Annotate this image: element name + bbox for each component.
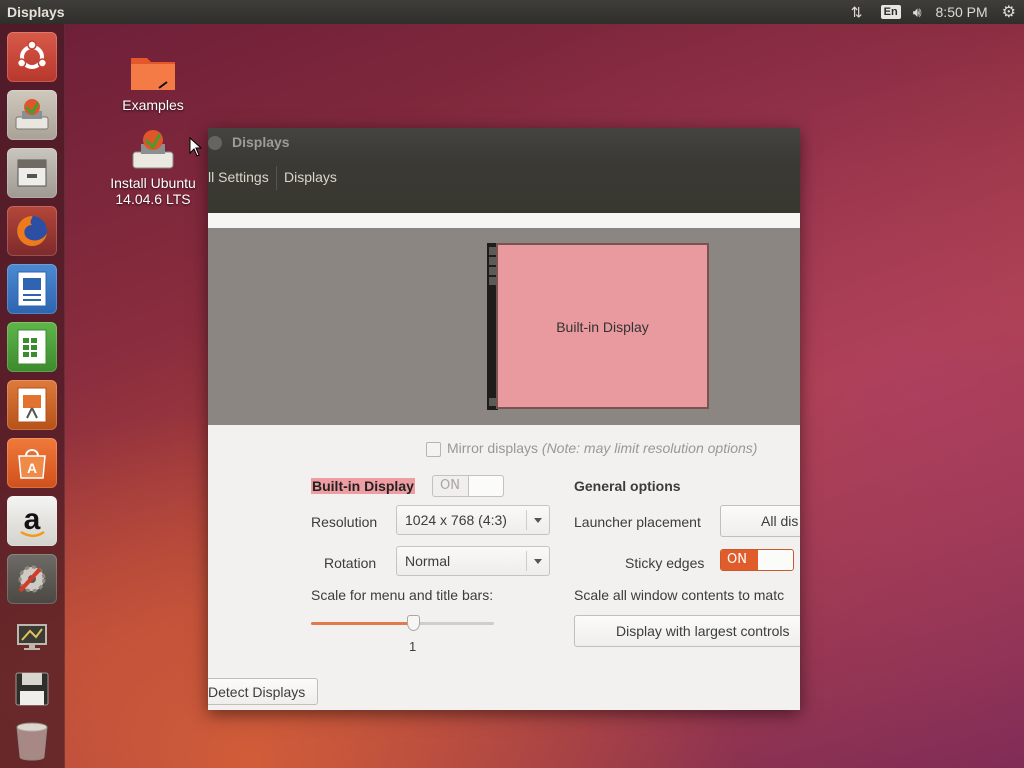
desktop-icon-label: Install Ubuntu [110, 175, 196, 191]
scale-slider-fill [311, 622, 414, 625]
resolution-dropdown[interactable]: 1024 x 768 (4:3) [396, 505, 550, 535]
mirror-displays-label: Mirror displays (Note: may limit resolut… [447, 440, 757, 456]
files-launcher[interactable] [7, 148, 57, 198]
floppy-icon [15, 672, 49, 706]
displays-window: Displays ll Settings Displays Built-in D… [208, 128, 800, 710]
clock[interactable]: 8:50 PM [936, 4, 988, 20]
sticky-edges-label: Sticky edges [625, 555, 705, 571]
calc-icon [17, 329, 47, 365]
firefox-icon [17, 216, 47, 246]
window-toolbar: ll Settings Displays [208, 158, 800, 213]
folder-icon [131, 58, 175, 90]
rotation-label: Rotation [324, 555, 377, 571]
software-center-launcher[interactable]: A [7, 438, 57, 488]
mirror-displays-note: (Note: may limit resolution options) [541, 440, 758, 456]
breadcrumb-displays[interactable]: Displays [284, 169, 337, 185]
calc-launcher[interactable] [7, 322, 57, 372]
sticky-edges-switch-text: ON [727, 552, 747, 567]
install-ubuntu-launcher[interactable] [7, 90, 57, 140]
rotation-value: Normal [405, 553, 451, 569]
system-settings-launcher[interactable] [7, 554, 57, 604]
trash-icon [16, 722, 48, 761]
breadcrumb-separator [276, 166, 277, 190]
volume-icon[interactable]: 🔊︎ [913, 4, 922, 21]
window-titlebar[interactable]: Displays [208, 128, 800, 158]
sticky-edges-switch[interactable]: ON [720, 549, 794, 571]
mouse-pointer-icon [189, 137, 203, 157]
desktop-icon-label-version: 14.04.6 LTS [115, 191, 191, 207]
dropdown-separator [526, 510, 527, 530]
displays-launcher[interactable] [7, 612, 57, 662]
launcher-placement-value: All dis [761, 513, 799, 529]
installer-icon [132, 130, 174, 169]
desktop-icon-label: Examples [122, 97, 184, 113]
network-arrows-icon[interactable]: ⇅ [847, 4, 867, 21]
system-gear-icon[interactable]: ⚙ [1002, 2, 1016, 22]
sticky-edges-on-part: ON [721, 550, 758, 570]
ubuntu-dash-button[interactable] [7, 32, 57, 82]
display-settings-panel: Mirror displays (Note: may limit resolut… [208, 425, 800, 710]
scale-all-button[interactable]: Display with largest controls [574, 615, 800, 647]
scale-slider-value: 1 [409, 639, 417, 654]
amazon-icon: a [20, 503, 45, 537]
launcher-placement-button[interactable]: All dis [720, 505, 800, 537]
resolution-value: 1024 x 768 (4:3) [405, 512, 507, 528]
toolbar-divider [208, 213, 800, 228]
active-app-title: Displays [7, 4, 65, 20]
chevron-down-icon [534, 559, 542, 564]
svg-text:A: A [27, 460, 37, 476]
ubuntu-logo-icon [16, 40, 48, 69]
installer-icon [15, 99, 49, 130]
rotation-dropdown[interactable]: Normal [396, 546, 550, 576]
display-power-switch-text: ON [440, 478, 460, 493]
launcher-placement-label: Launcher placement [574, 514, 701, 530]
mirror-displays-checkbox[interactable] [426, 442, 441, 457]
display-settings-icon [17, 624, 47, 650]
file-cabinet-icon [17, 159, 47, 187]
mirror-displays-text: Mirror displays [447, 440, 539, 456]
general-options-heading: General options [574, 478, 681, 494]
display-arrangement-area: Built-in Display [208, 228, 800, 425]
trash-launcher[interactable] [7, 716, 57, 766]
amazon-launcher[interactable]: a [7, 496, 57, 546]
window-close-button[interactable] [208, 136, 222, 150]
scale-all-button-label: Display with largest controls [616, 623, 790, 639]
indicator-tray: ⇅ En 🔊︎ 8:50 PM ⚙ [847, 0, 1024, 24]
keyboard-layout-indicator[interactable]: En [880, 5, 901, 19]
firefox-launcher[interactable] [7, 206, 57, 256]
scale-all-label: Scale all window contents to matc [574, 587, 785, 603]
software-center-icon: A [18, 449, 46, 479]
svg-text:a: a [24, 503, 41, 536]
scale-slider-handle[interactable] [407, 615, 421, 631]
writer-launcher[interactable] [7, 264, 57, 314]
monitor-preview[interactable]: Built-in Display [496, 243, 709, 409]
switch-knob [468, 476, 503, 496]
resolution-label: Resolution [311, 514, 378, 530]
display-power-switch[interactable]: ON [432, 475, 504, 497]
launcher: A a [0, 24, 65, 768]
writer-icon [17, 271, 47, 307]
scale-label: Scale for menu and title bars: [311, 587, 494, 603]
detect-displays-label: Detect Displays [208, 684, 306, 700]
breadcrumb-all-settings[interactable]: ll Settings [208, 169, 269, 185]
window-title: Displays [232, 134, 290, 150]
display-name-label: Built-in Display [311, 478, 415, 494]
settings-tools-icon [18, 565, 46, 593]
chevron-down-icon [534, 518, 542, 523]
top-panel: Displays ⇅ En 🔊︎ 8:50 PM ⚙ [0, 0, 1024, 24]
detect-displays-button[interactable]: Detect Displays [208, 678, 318, 705]
impress-icon [17, 387, 47, 423]
save-drive-launcher[interactable] [7, 664, 57, 714]
monitor-preview-label: Built-in Display [556, 319, 649, 335]
dropdown-separator [526, 551, 527, 571]
desktop-icon-examples[interactable]: Examples [112, 50, 194, 113]
impress-launcher[interactable] [7, 380, 57, 430]
